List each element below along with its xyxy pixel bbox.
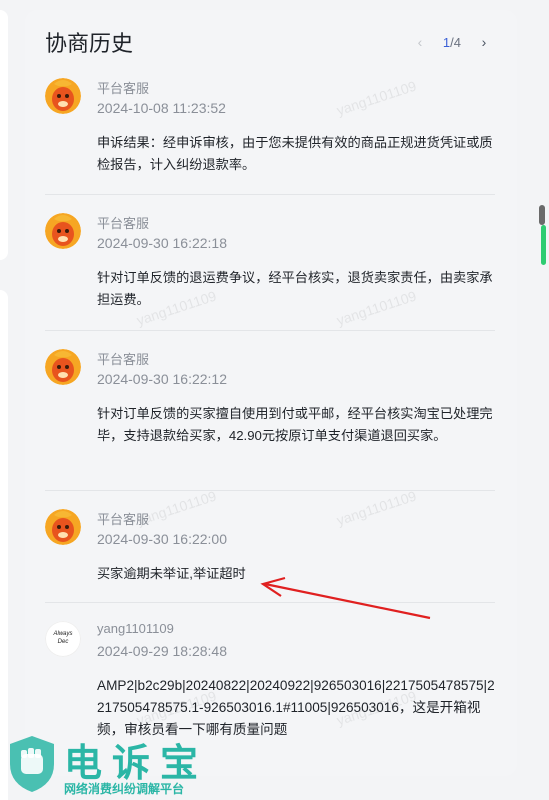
- annotation-arrow-icon: [260, 576, 431, 620]
- platform-mascot-icon: [45, 509, 81, 545]
- entry-timestamp: 2024-09-30 16:22:12: [97, 371, 227, 387]
- adjacent-panel-edge-lower: [0, 290, 8, 800]
- entry-author: 平台客服: [97, 352, 150, 367]
- entry-author: 平台客服: [97, 512, 150, 527]
- entry-timestamp: 2024-09-30 16:22:00: [97, 531, 227, 547]
- brand-tagline: 网络消费纠纷调解平台: [64, 782, 185, 796]
- negotiation-history-panel: 协商历史 ‹ 1 / 4 › 平台客服 2024-10-08 11:23:52 …: [25, 10, 517, 776]
- adjacent-panel-edge: [0, 10, 8, 260]
- panel-header: 协商历史 ‹ 1 / 4 ›: [25, 10, 517, 70]
- entry-timestamp: 2024-10-08 11:23:52: [97, 100, 226, 116]
- entry-author: 平台客服: [97, 81, 150, 96]
- entry-message: 针对订单反馈的买家擅自使用到付或平邮，经平台核实淘宝已处理完毕，支持退款给买家，…: [97, 406, 493, 443]
- history-entry: 平台客服 2024-09-30 16:22:18 针对订单反馈的退运费争议，经平…: [45, 213, 495, 331]
- scroll-indicator: [541, 225, 546, 265]
- entry-divider: [45, 194, 495, 195]
- platform-mascot-icon: [45, 213, 81, 249]
- brand-name: 电诉宝: [64, 743, 209, 785]
- scrollbar[interactable]: [539, 0, 549, 800]
- pagination: ‹ 1 / 4 ›: [411, 34, 493, 50]
- platform-mascot-icon: [45, 349, 81, 385]
- platform-mascot-icon: [45, 78, 81, 114]
- entry-divider: [45, 330, 495, 331]
- entry-message: 申诉结果：经申诉审核，由于您未提供有效的商品正规进货凭证或质检报告，计入纠纷退款…: [97, 135, 493, 172]
- chevron-right-icon[interactable]: ›: [475, 34, 493, 50]
- chevron-left-icon[interactable]: ‹: [411, 34, 429, 50]
- entry-author: yang1101109: [97, 621, 174, 636]
- history-entry: 平台客服 2024-10-08 11:23:52 申诉结果：经申诉审核，由于您未…: [45, 78, 495, 195]
- shield-fist-icon: [10, 736, 54, 792]
- history-entry: 平台客服 2024-09-30 16:22:12 针对订单反馈的买家擅自使用到付…: [45, 349, 495, 491]
- entry-message: 针对订单反馈的退运费争议，经平台核实，退货卖家责任，由卖家承担运费。: [97, 270, 493, 307]
- page-current: 1: [442, 34, 451, 50]
- entry-divider: [45, 490, 495, 491]
- avatar-text: Always Dec: [53, 631, 73, 645]
- panel-title: 协商历史: [45, 31, 134, 56]
- brand-logo: 电诉宝 网络消费纠纷调解平台: [0, 726, 240, 800]
- entry-timestamp: 2024-09-30 16:22:18: [97, 235, 227, 251]
- user-avatar-icon: Always Dec: [45, 621, 81, 657]
- entry-timestamp: 2024-09-29 18:28:48: [97, 643, 227, 659]
- scroll-thumb[interactable]: [539, 205, 545, 225]
- page-total: 4: [453, 34, 461, 50]
- entry-author: 平台客服: [97, 216, 150, 231]
